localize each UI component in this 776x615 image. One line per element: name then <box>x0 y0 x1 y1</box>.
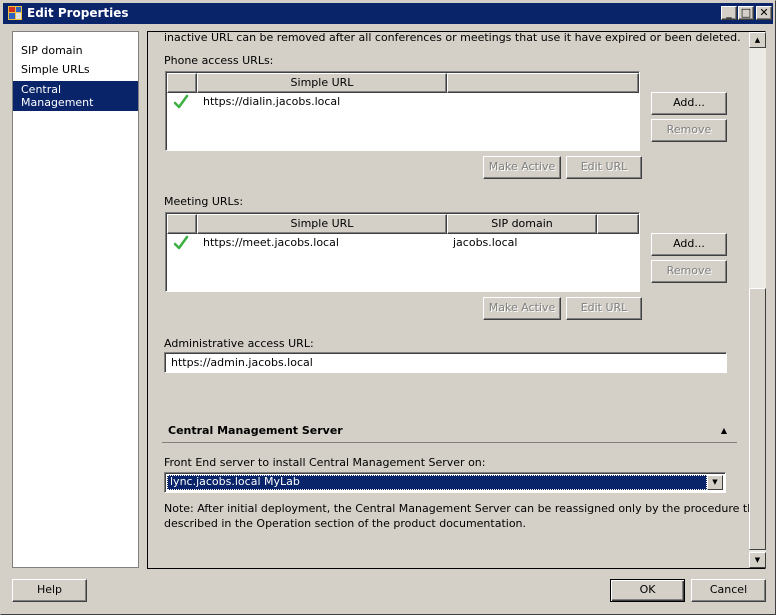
phone-grid-header: Simple URL <box>167 73 639 93</box>
column-header-status[interactable] <box>167 214 197 234</box>
meeting-remove-button[interactable]: Remove <box>651 260 727 283</box>
phone-make-active-button[interactable]: Make Active <box>483 156 561 179</box>
help-button[interactable]: Help <box>12 579 87 602</box>
minimize-button[interactable]: _ <box>721 6 737 20</box>
edit-properties-dialog: Edit Properties _ □ ✕ SIP domain Simple … <box>0 0 776 615</box>
scroll-up-icon[interactable]: ▲ <box>749 32 766 48</box>
app-icon <box>8 6 22 20</box>
phone-access-grid: Simple URL https://dialin.jacobs.local <box>165 71 640 151</box>
minimize-icon: _ <box>726 6 732 19</box>
sidebar-item-sip-domain[interactable]: SIP domain <box>13 44 138 57</box>
collapse-up-icon[interactable]: ▲ <box>721 426 727 435</box>
table-row[interactable]: https://meet.jacobs.local jacobs.local <box>167 235 638 251</box>
phone-remove-button[interactable]: Remove <box>651 119 727 142</box>
phone-edit-url-button[interactable]: Edit URL <box>566 156 642 179</box>
maximize-icon: □ <box>740 6 752 19</box>
meeting-make-active-button[interactable]: Make Active <box>483 297 561 320</box>
cms-note-line-2: described in the Operation section of th… <box>164 517 527 530</box>
ok-button[interactable]: OK <box>610 579 685 602</box>
meeting-add-button[interactable]: Add... <box>651 233 727 256</box>
sidebar-nav: SIP domain Simple URLs Central Managemen… <box>12 31 139 568</box>
column-header-status[interactable] <box>167 73 197 93</box>
close-button[interactable]: ✕ <box>756 6 772 20</box>
cancel-button[interactable]: Cancel <box>691 579 766 602</box>
title-bar: Edit Properties _ □ ✕ <box>3 3 773 24</box>
admin-url-label: Administrative access URL: <box>164 337 314 350</box>
check-icon <box>173 94 189 109</box>
meeting-urls-label: Meeting URLs: <box>164 195 244 208</box>
check-icon <box>173 235 189 250</box>
content-scrollbar[interactable]: ▲ ▼ <box>749 32 766 568</box>
url-cell: https://meet.jacobs.local <box>203 236 339 249</box>
table-row[interactable]: https://dialin.jacobs.local <box>167 94 638 110</box>
window-title: Edit Properties <box>27 6 129 20</box>
phone-access-label: Phone access URLs: <box>164 54 274 67</box>
front-end-label: Front End server to install Central Mana… <box>164 456 486 469</box>
column-header-extra[interactable] <box>447 73 639 93</box>
column-header-simple-url[interactable]: Simple URL <box>197 214 447 234</box>
meeting-urls-grid: Simple URL SIP domain https://meet.jacob… <box>165 212 640 292</box>
column-header-sip-domain[interactable]: SIP domain <box>447 214 597 234</box>
column-header-simple-url[interactable]: Simple URL <box>197 73 447 93</box>
sip-domain-cell: jacobs.local <box>453 236 518 249</box>
front-end-server-value: lync.jacobs.local MyLab <box>167 475 707 490</box>
dropdown-arrow-icon[interactable]: ▼ <box>707 475 723 490</box>
cms-note-line-1: Note: After initial deployment, the Cent… <box>164 502 766 515</box>
admin-url-input[interactable]: https://admin.jacobs.local <box>164 352 727 373</box>
content-panel: inactive URL can be removed after all co… <box>147 31 766 569</box>
maximize-button[interactable]: □ <box>738 6 754 20</box>
front-end-server-select[interactable]: lync.jacobs.local MyLab ▼ <box>164 472 726 493</box>
phone-add-button[interactable]: Add... <box>651 92 727 115</box>
scroll-down-icon[interactable]: ▼ <box>749 552 766 568</box>
sidebar-item-simple-urls[interactable]: Simple URLs <box>13 63 138 76</box>
column-header-extra[interactable] <box>597 214 639 234</box>
url-cell: https://dialin.jacobs.local <box>203 95 341 108</box>
cms-section-header[interactable]: Central Management Server ▲ <box>162 422 737 443</box>
sidebar-item-central-management-server[interactable]: Central Management Server <box>13 81 138 122</box>
intro-text: inactive URL can be removed after all co… <box>164 31 741 44</box>
meeting-edit-url-button[interactable]: Edit URL <box>566 297 642 320</box>
scrollbar-thumb[interactable] <box>749 288 766 550</box>
meeting-grid-header: Simple URL SIP domain <box>167 214 639 234</box>
close-icon: ✕ <box>759 6 769 19</box>
cms-section-title: Central Management Server <box>168 424 343 437</box>
